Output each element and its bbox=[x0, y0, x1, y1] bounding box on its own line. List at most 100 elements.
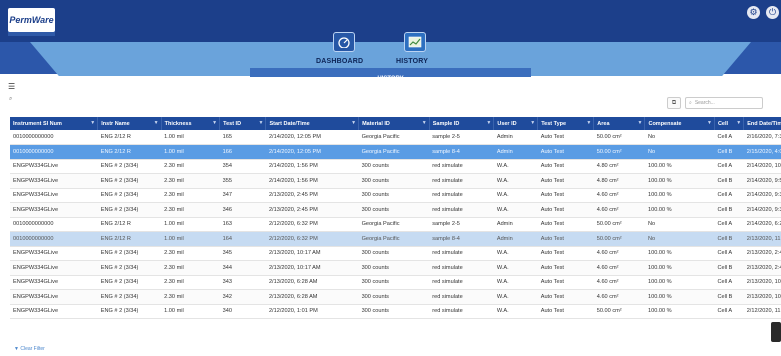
search-icon[interactable]: ⌕ bbox=[9, 96, 12, 103]
table-cell: 100.00 % bbox=[644, 202, 715, 218]
filter-icon[interactable]: ▼ bbox=[707, 120, 712, 126]
page-subtitle: HISTORY bbox=[377, 76, 404, 82]
top-right-icons: ⚙ ⏻ bbox=[747, 6, 779, 19]
gauge-icon bbox=[338, 37, 350, 48]
table-cell: 2/13/2020, 2:45 PM bbox=[265, 188, 359, 203]
table-cell: 2/13/2020, 10:17 AM bbox=[265, 260, 359, 276]
table-row[interactable]: 0010000000000 ENG 2/12 R 1.00 mil 165 2/14/2… bbox=[10, 130, 781, 145]
table-cell: 300 counts bbox=[358, 289, 430, 305]
table-row[interactable]: ENGPW334GLive ENG # 2 (3/34) 2.30 mil 345 2/… bbox=[10, 246, 781, 261]
table-cell: red simulate bbox=[429, 246, 494, 261]
dashboard-label[interactable]: DASHBOARD bbox=[316, 58, 363, 65]
column-header-label: User ID bbox=[497, 120, 517, 127]
table-cell: Auto Test bbox=[537, 173, 594, 189]
column-header[interactable]: Material ID ▼ bbox=[358, 117, 430, 130]
table-cell: 100.00 % bbox=[644, 173, 715, 189]
column-header[interactable]: Cell ▼ bbox=[714, 117, 745, 130]
grid-search-input[interactable]: ⌕ Search... bbox=[685, 97, 763, 109]
table-cell: 300 counts bbox=[358, 304, 430, 319]
filter-icon[interactable]: ▼ bbox=[638, 120, 643, 126]
power-icon[interactable]: ⏻ bbox=[766, 6, 779, 19]
table-cell: W.A. bbox=[493, 202, 538, 218]
clear-filter-link[interactable]: ▼ Clear Filter bbox=[14, 346, 45, 352]
table-cell: 2/13/2020, 6:28 AM bbox=[265, 275, 359, 290]
table-row[interactable]: 0010000000000 ENG 2/12 R 1.00 mil 163 2/12/2… bbox=[10, 217, 781, 232]
dashboard-button[interactable] bbox=[333, 32, 355, 52]
table-cell: Georgia Pacific bbox=[358, 144, 430, 160]
column-header[interactable]: Start Date/Time ▼ bbox=[265, 117, 360, 130]
table-cell: ENGPW334GLive bbox=[10, 202, 98, 218]
filter-icon[interactable]: ▼ bbox=[90, 120, 95, 126]
filter-icon[interactable]: ▼ bbox=[530, 120, 535, 126]
grid-header-row: Instrument Sl Num ▼ Instr Name ▼ Thickness ▼ T… bbox=[10, 117, 781, 130]
table-cell: Auto Test bbox=[537, 202, 594, 218]
table-row[interactable]: ENGPW334GLive ENG # 2 (3/34) 2.30 mil 355 2/… bbox=[10, 173, 781, 189]
column-header-label: Cell bbox=[717, 120, 729, 127]
table-cell: ENG 2/12 R bbox=[97, 231, 162, 247]
table-row[interactable]: ENGPW334GLive ENG # 2 (3/34) 1.00 mil 340 2/… bbox=[10, 304, 781, 319]
table-cell: sample 2-5 bbox=[429, 217, 494, 232]
table-cell: 300 counts bbox=[358, 246, 430, 261]
table-cell: 4.60 cm² bbox=[593, 260, 645, 276]
table-cell: ENGPW334GLive bbox=[10, 260, 98, 276]
filter-icon[interactable]: ▼ bbox=[258, 120, 263, 126]
table-cell: Auto Test bbox=[537, 304, 594, 319]
table-cell: 2/14/2020, 6:21 AM bbox=[743, 217, 781, 232]
filter-icon[interactable]: ▼ bbox=[422, 120, 427, 126]
table-cell: 2.30 mil bbox=[161, 246, 220, 261]
filter-icon[interactable]: ▼ bbox=[486, 120, 491, 126]
app-logo: PermWare bbox=[8, 8, 55, 32]
table-cell: 2/13/2020, 2:45 PM bbox=[743, 246, 781, 261]
table-cell: 4.60 cm² bbox=[593, 246, 645, 261]
filter-icon[interactable]: ▼ bbox=[586, 120, 591, 126]
table-cell: 2/13/2020, 2:45 PM bbox=[743, 260, 781, 276]
search-icon: ⌕ bbox=[689, 100, 692, 106]
table-cell: ENG # 2 (3/34) bbox=[97, 202, 162, 218]
settings-icon[interactable]: ⚙ bbox=[747, 6, 760, 19]
column-header[interactable]: Instrument Sl Num ▼ bbox=[10, 117, 99, 130]
table-row[interactable]: ENGPW334GLive ENG # 2 (3/34) 2.30 mil 354 2/… bbox=[10, 159, 781, 174]
table-cell: ENGPW334GLive bbox=[10, 173, 98, 189]
filter-icon[interactable]: ▼ bbox=[351, 120, 356, 126]
column-header[interactable]: Compensate ▼ bbox=[644, 117, 715, 130]
table-cell: Georgia Pacific bbox=[358, 231, 430, 247]
menu-icon[interactable]: ☰ bbox=[8, 82, 15, 91]
history-label[interactable]: HISTORY bbox=[396, 58, 428, 65]
table-row[interactable]: ENGPW334GLive ENG # 2 (3/34) 2.30 mil 347 2/… bbox=[10, 188, 781, 203]
column-header[interactable]: Area ▼ bbox=[593, 117, 646, 130]
filter-icon[interactable]: ▼ bbox=[154, 120, 159, 126]
table-cell: ENG # 2 (3/34) bbox=[97, 275, 162, 290]
table-cell: 4.60 cm² bbox=[593, 188, 645, 203]
column-header[interactable]: User ID ▼ bbox=[493, 117, 539, 130]
column-header[interactable]: Thickness ▼ bbox=[161, 117, 221, 130]
table-row[interactable]: ENGPW334GLive ENG # 2 (3/34) 2.30 mil 342 2/… bbox=[10, 289, 781, 305]
table-cell: Cell A bbox=[714, 246, 744, 261]
table-cell: 2.30 mil bbox=[161, 260, 220, 276]
filter-icon[interactable]: ▼ bbox=[212, 120, 217, 126]
table-row[interactable]: 0010000000000 ENG 2/12 R 1.00 mil 166 2/14/2… bbox=[10, 144, 781, 160]
table-cell: 2/15/2020, 4:06 PM bbox=[743, 144, 781, 160]
column-header-label: Instr Name bbox=[101, 120, 130, 127]
vertical-scrollbar[interactable] bbox=[771, 322, 781, 342]
table-row[interactable]: ENGPW334GLive ENG # 2 (3/34) 2.30 mil 343 2/… bbox=[10, 275, 781, 290]
history-grid: Instrument Sl Num ▼ Instr Name ▼ Thickness ▼ T… bbox=[10, 117, 781, 343]
table-cell: 100.00 % bbox=[644, 304, 715, 319]
filter-icon[interactable]: ▼ bbox=[736, 120, 741, 126]
table-cell: 2/14/2020, 1:56 PM bbox=[265, 159, 359, 174]
table-cell: 344 bbox=[219, 260, 266, 276]
table-row[interactable]: ENGPW334GLive ENG # 2 (3/34) 2.30 mil 346 2/… bbox=[10, 202, 781, 218]
grid-toolbar: ⧉ ⌕ Search... bbox=[667, 97, 763, 109]
column-header[interactable]: Test Type ▼ bbox=[537, 117, 595, 130]
column-header[interactable]: Instr Name ▼ bbox=[97, 117, 162, 130]
table-row[interactable]: 0010000000000 ENG 2/12 R 1.00 mil 164 2/12/2… bbox=[10, 231, 781, 247]
column-header[interactable]: Sample ID ▼ bbox=[429, 117, 495, 130]
table-cell: 2.30 mil bbox=[161, 202, 220, 218]
table-cell: 50.00 cm² bbox=[593, 144, 645, 160]
export-icon[interactable]: ⧉ bbox=[667, 97, 681, 109]
table-cell: 300 counts bbox=[358, 202, 430, 218]
column-header[interactable]: End Date/Time▼ bbox=[743, 117, 781, 130]
history-button[interactable] bbox=[404, 32, 426, 52]
table-row[interactable]: ENGPW334GLive ENG # 2 (3/34) 2.30 mil 344 2/… bbox=[10, 260, 781, 276]
column-header[interactable]: Test ID ▼ bbox=[219, 117, 267, 130]
table-cell: 100.00 % bbox=[644, 159, 715, 174]
